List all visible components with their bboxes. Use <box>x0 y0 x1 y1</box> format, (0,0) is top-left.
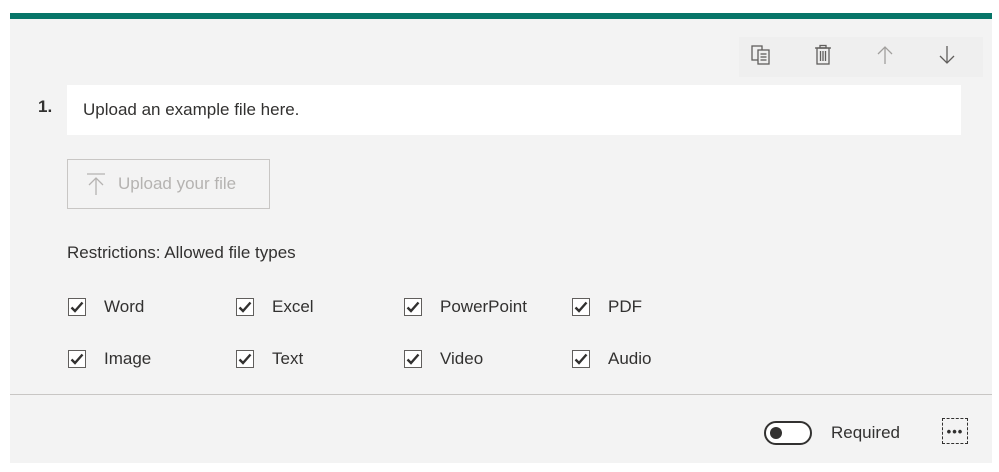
required-toggle[interactable] <box>764 421 812 445</box>
checkbox-checked[interactable] <box>68 350 86 368</box>
file-type-option-video[interactable]: Video <box>404 349 483 369</box>
checkbox-checked[interactable] <box>404 298 422 316</box>
copy-question-button[interactable] <box>739 37 783 77</box>
more-options-button[interactable]: ••• <box>942 418 968 444</box>
more-options-icon: ••• <box>946 423 964 439</box>
file-type-option-powerpoint[interactable]: PowerPoint <box>404 297 527 317</box>
option-label: Word <box>104 297 145 316</box>
delete-question-button[interactable] <box>801 37 845 77</box>
file-type-option-text[interactable]: Text <box>236 349 303 369</box>
question-card[interactable]: 1. Upload an example file here. Upload y… <box>10 13 992 463</box>
option-label: Image <box>104 349 152 368</box>
restrictions-label: Restrictions: Allowed file types <box>67 243 296 262</box>
option-label: Text <box>272 349 304 368</box>
option-label: PDF <box>608 297 642 316</box>
move-up-button[interactable] <box>863 37 907 77</box>
checkbox-checked[interactable] <box>68 298 86 316</box>
toggle-knob <box>770 427 782 439</box>
file-type-option-image[interactable]: Image <box>68 349 151 369</box>
delete-icon <box>812 44 834 71</box>
question-title-input[interactable]: Upload an example file here. <box>67 85 961 135</box>
checkbox-checked[interactable] <box>236 298 254 316</box>
checkbox-checked[interactable] <box>572 350 590 368</box>
option-label: Excel <box>272 297 314 316</box>
file-type-option-word[interactable]: Word <box>68 297 144 317</box>
file-type-option-excel[interactable]: Excel <box>236 297 314 317</box>
option-label: Audio <box>608 349 652 368</box>
copy-icon <box>750 44 772 71</box>
upload-file-button[interactable]: Upload your file <box>67 159 270 209</box>
checkbox-checked[interactable] <box>404 350 422 368</box>
checkbox-checked[interactable] <box>572 298 590 316</box>
file-type-option-pdf[interactable]: PDF <box>572 297 642 317</box>
arrow-up-icon <box>876 45 894 70</box>
question-toolbar <box>739 37 983 77</box>
move-down-button[interactable] <box>925 37 969 77</box>
arrow-down-icon <box>938 45 956 70</box>
upload-icon <box>86 172 106 196</box>
footer-divider <box>10 394 992 395</box>
upload-file-label: Upload your file <box>118 174 237 193</box>
option-label: PowerPoint <box>440 297 527 316</box>
question-number: 1. <box>38 97 53 116</box>
option-label: Video <box>440 349 484 368</box>
file-type-option-audio[interactable]: Audio <box>572 349 651 369</box>
required-label: Required <box>831 423 900 442</box>
checkbox-checked[interactable] <box>236 350 254 368</box>
card-accent-bar <box>10 13 992 19</box>
